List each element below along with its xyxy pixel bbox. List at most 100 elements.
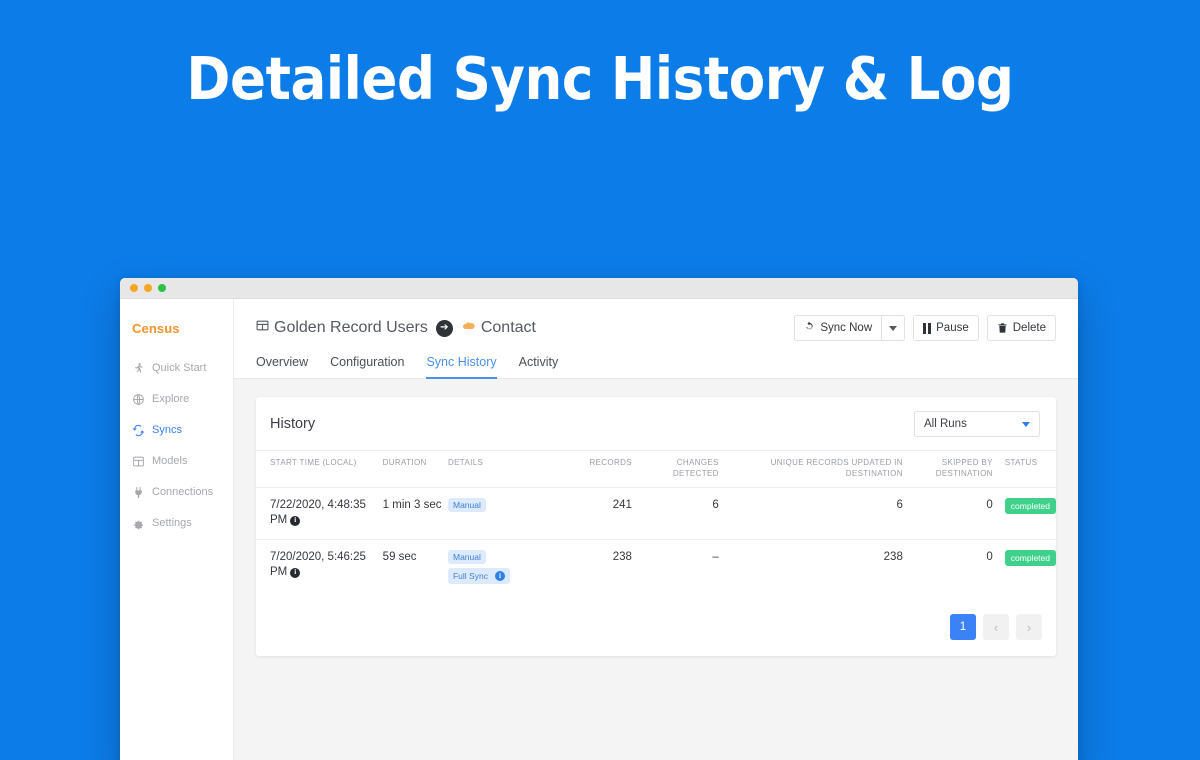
breadcrumb: Golden Record Users ➔ Contact (256, 319, 536, 337)
cell-changes-detected: 6 (631, 487, 719, 540)
sidebar-item-label: Settings (152, 517, 192, 529)
column-header-start-time: START TIME (LOCAL) (256, 450, 383, 488)
arrow-right-circle-icon: ➔ (435, 319, 453, 337)
caret-down-icon (889, 325, 898, 331)
sidebar-item-label: Models (152, 455, 188, 467)
tab-activity[interactable]: Activity (519, 355, 559, 379)
tab-overview[interactable]: Overview (256, 355, 308, 379)
sidebar-item-label: Syncs (152, 424, 182, 436)
window-minimize-dot[interactable] (144, 284, 152, 292)
cell-start-time: 7/22/2020, 4:48:35 PM i (256, 487, 383, 540)
plug-icon (132, 486, 145, 499)
pause-icon (923, 322, 932, 334)
sync-now-button[interactable]: Sync Now (794, 315, 882, 341)
sync-now-split-button: Sync Now (794, 315, 906, 341)
breadcrumb-source[interactable]: Golden Record Users (274, 319, 428, 337)
start-time-value: 7/22/2020, 4:48:35 PM (270, 498, 366, 527)
column-header-details: DETAILS (447, 450, 548, 488)
status-badge: completed (1004, 497, 1056, 515)
table-row[interactable]: 7/20/2020, 5:46:25 PM i 59 sec Manual Fu… (256, 539, 1056, 598)
column-header-skipped: SKIPPED BY DESTINATION (902, 450, 993, 488)
cell-records: 238 (612, 550, 632, 563)
sidebar-item-settings[interactable]: Settings (132, 510, 233, 536)
browser-window: Census Quick Start Explore Syncs Models … (120, 278, 1078, 760)
column-header-records: RECORDS (547, 450, 632, 488)
column-header-changes-detected: CHANGES DETECTED (631, 450, 719, 488)
detail-pill: Manual (447, 549, 486, 565)
sidebar-item-label: Quick Start (152, 362, 207, 374)
pause-label: Pause (936, 322, 969, 334)
history-card-header: History All Runs (256, 397, 1056, 450)
sync-history-table: START TIME (LOCAL) DURATION DETAILS RECO… (256, 450, 1056, 598)
page-root: Detailed Sync History & Log Census Quick… (0, 0, 1200, 760)
breadcrumb-destination[interactable]: Contact (481, 319, 536, 337)
cell-skipped: 0 (902, 487, 993, 540)
trash-icon (997, 322, 1008, 334)
chevron-left-icon[interactable]: ‹ (983, 614, 1009, 641)
gear-icon (132, 517, 145, 530)
sidebar-item-label: Connections (152, 486, 214, 498)
detail-pill-label: Manual (452, 499, 481, 510)
content-area: History All Runs START TIME (LOCAL) DURA… (234, 379, 1078, 760)
brand-logo[interactable]: Census (132, 321, 233, 336)
refresh-icon (804, 321, 815, 335)
tab-bar: Overview Configuration Sync History Acti… (234, 345, 1078, 379)
cell-unique-updated: 6 (718, 487, 903, 540)
history-title: History (270, 416, 316, 432)
sidebar-item-explore[interactable]: Explore (132, 386, 233, 412)
cell-duration: 1 min 3 sec (382, 487, 448, 540)
detail-pill-label: Full Sync (452, 570, 488, 581)
table-header: START TIME (LOCAL) DURATION DETAILS RECO… (256, 450, 1056, 488)
sidebar-item-quick-start[interactable]: Quick Start (132, 355, 233, 381)
info-icon[interactable]: i (290, 567, 301, 578)
main-area: Golden Record Users ➔ Contact Sync Now P… (234, 299, 1078, 760)
run-filter-value: All Runs (924, 418, 967, 430)
pagination-page-1[interactable]: 1 (950, 614, 976, 641)
detail-pill: Manual (447, 497, 486, 513)
sync-arrows-icon (132, 424, 145, 437)
sidebar-item-label: Explore (152, 393, 190, 405)
sidebar-item-syncs[interactable]: Syncs (132, 417, 233, 443)
chevron-right-icon[interactable]: › (1016, 614, 1042, 641)
pagination: 1 ‹ › (256, 598, 1056, 656)
cell-records: 241 (547, 487, 632, 540)
cell-skipped: 0 (986, 550, 993, 563)
topbar: Golden Record Users ➔ Contact Sync Now P… (234, 299, 1078, 379)
run-filter-select[interactable]: All Runs (914, 411, 1040, 437)
chevron-down-icon (1022, 421, 1030, 427)
table-grid-icon (132, 455, 145, 468)
runner-icon (132, 362, 145, 375)
tab-configuration[interactable]: Configuration (330, 355, 404, 379)
window-maximize-dot[interactable] (158, 284, 166, 292)
header-actions: Sync Now Pause Delete (794, 315, 1056, 341)
cell-details: Manual (447, 487, 548, 540)
column-header-status: STATUS (992, 450, 1056, 488)
window-titlebar (120, 278, 1078, 299)
pause-button[interactable]: Pause (913, 315, 979, 341)
window-close-dot[interactable] (130, 284, 138, 292)
cell-unique-updated: 238 (883, 550, 903, 563)
salesforce-cloud-icon (461, 321, 475, 336)
sidebar-item-models[interactable]: Models (132, 448, 233, 474)
sidebar: Census Quick Start Explore Syncs Models … (120, 299, 234, 760)
sync-now-dropdown-button[interactable] (881, 315, 906, 341)
info-icon[interactable]: i (494, 571, 505, 582)
column-header-unique-updated: UNIQUE RECORDS UPDATED IN DESTINATION (718, 450, 903, 488)
cell-duration: 59 sec (382, 550, 417, 563)
cell-details: Manual Full Sync i (447, 539, 547, 598)
page-title: Detailed Sync History & Log (186, 44, 1014, 113)
delete-button[interactable]: Delete (986, 315, 1056, 341)
detail-pill: Full Sync i (447, 568, 510, 585)
history-card: History All Runs START TIME (LOCAL) DURA… (256, 397, 1056, 657)
table-body: 7/22/2020, 4:48:35 PM i 1 min 3 sec Manua… (256, 487, 1056, 598)
table-row[interactable]: 7/22/2020, 4:48:35 PM i 1 min 3 sec Manua… (256, 487, 1056, 540)
detail-pill-label: Manual (452, 551, 481, 562)
info-icon[interactable]: i (290, 515, 301, 526)
tab-sync-history[interactable]: Sync History (426, 355, 497, 379)
cell-changes-detected: – (712, 550, 719, 563)
start-time-value: 7/20/2020, 5:46:25 PM (270, 550, 366, 579)
sidebar-item-connections[interactable]: Connections (132, 479, 233, 505)
cell-start-time: 7/20/2020, 5:46:25 PM i (256, 539, 383, 598)
column-header-duration: DURATION (382, 450, 448, 488)
status-badge: completed (1004, 549, 1056, 567)
